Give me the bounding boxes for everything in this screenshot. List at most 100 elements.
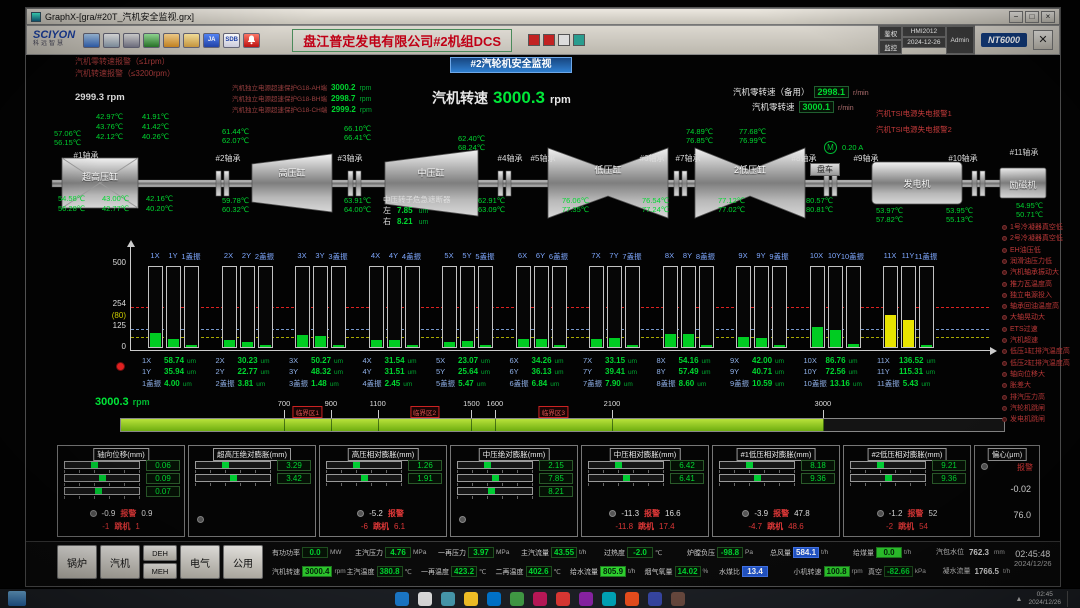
monitor-icon[interactable] — [83, 33, 100, 48]
vibration-value: 2X30.23um — [216, 356, 270, 365]
nav-meh-button[interactable]: MEH — [143, 563, 177, 579]
vibration-bar — [315, 336, 326, 347]
eccentricity-value2: 76.0 — [1013, 510, 1031, 520]
vibration-bar — [921, 345, 932, 347]
gauge-value: 2.15 — [539, 460, 573, 471]
threshold-label: 报警 — [907, 508, 923, 519]
alarm-bell-icon[interactable] — [243, 33, 260, 48]
start-icon[interactable] — [395, 592, 409, 606]
vibration-bar-label: 2盖振 — [255, 251, 274, 262]
nav-deh-button[interactable]: DEH — [143, 545, 177, 561]
footer-measure: 炉膛负压-98.8Pa — [687, 547, 753, 558]
vibration-bar — [683, 334, 694, 348]
window-title: GraphX-[gra/#20T_汽机安全监视.grx] — [45, 10, 1005, 23]
mail-icon[interactable] — [671, 592, 685, 606]
vibration-bar-box — [387, 266, 402, 348]
close-button[interactable]: × — [1041, 11, 1055, 23]
gauge-marker — [746, 462, 753, 468]
speed-tick-label: 700 — [278, 399, 291, 408]
vibration-bar — [444, 342, 455, 347]
alarm-indicator — [1002, 270, 1007, 275]
tray-chevron-icon[interactable]: ▲ — [1016, 596, 1023, 603]
eccentricity-value: -0.02 — [1010, 484, 1031, 494]
speed-tick-label: 900 — [325, 399, 338, 408]
alarm-list-item: 润滑油压力低 — [1002, 256, 1052, 266]
disk-icon[interactable] — [103, 33, 120, 48]
notepad-icon[interactable] — [556, 592, 570, 606]
alarm-indicator — [1002, 315, 1007, 320]
tray-date[interactable]: 2024/12/26 — [1028, 599, 1061, 607]
media-icon[interactable] — [648, 592, 662, 606]
weather-widget-icon[interactable] — [8, 591, 26, 606]
toolbar: SCIYON 科远智慧 JASDB 盘江普定发电有限公司#2机组DCS 鉴权 监… — [26, 25, 1060, 55]
explorer-icon[interactable] — [464, 592, 478, 606]
auth-label[interactable]: 鉴权 — [879, 26, 902, 40]
nav-turbine-button[interactable]: 汽机 — [100, 545, 140, 579]
settings-icon[interactable] — [602, 592, 616, 606]
vibration-value: 11盖振5.43um — [877, 378, 930, 389]
vibration-bar-box — [258, 266, 273, 348]
vibration-bar — [665, 334, 676, 347]
status-tile[interactable] — [558, 34, 570, 46]
minimize-button[interactable]: − — [1009, 11, 1023, 23]
alarm-list-item: 发电机跳闸 — [1002, 414, 1045, 424]
gauge-track — [195, 461, 271, 469]
gauge-marker — [230, 475, 237, 481]
vibration-bar-box — [405, 266, 420, 348]
search-icon[interactable] — [418, 592, 432, 606]
ja-icon[interactable]: JA — [203, 33, 220, 48]
vibration-bar — [885, 315, 896, 347]
vibration-bar-label: 7Y — [609, 251, 618, 260]
threshold-label: 报警 — [388, 508, 404, 519]
gauge-value: 3.42 — [277, 473, 311, 484]
threshold-high: 47.8 — [794, 509, 810, 518]
vibration-value: 1X58.74um — [142, 356, 196, 365]
vibration-bar-box — [478, 266, 493, 348]
footer-measure: 给水流量805.9t/h — [570, 566, 635, 577]
vibration-bar-box — [754, 266, 769, 348]
vibration-bar-box — [699, 266, 714, 348]
vibration-bar-label: 10Y — [828, 251, 841, 260]
vibration-bar — [536, 339, 547, 348]
nav-boiler-button[interactable]: 锅炉 — [57, 545, 97, 579]
vibration-bar-box — [883, 266, 898, 348]
footer-measure: 汽机转速3000.4rpm — [272, 566, 346, 577]
terminal-icon[interactable] — [625, 592, 639, 606]
vibration-value: 5Y25.64um — [436, 367, 490, 376]
taskview-icon[interactable] — [441, 592, 455, 606]
vibration-bar-label: 6盖振 — [549, 251, 568, 262]
printer-icon[interactable] — [123, 33, 140, 48]
mode-label[interactable]: 监控 — [879, 40, 902, 54]
gauge-marker — [222, 462, 229, 468]
critical-zone-label: 临界区3 — [539, 406, 568, 418]
alarm-list-item: 汽机轴承振动大 — [1002, 267, 1059, 277]
edge-icon[interactable] — [487, 592, 501, 606]
toolbar-close-button[interactable]: ✕ — [1033, 30, 1053, 50]
status-tile[interactable] — [528, 34, 540, 46]
status-tile[interactable] — [573, 34, 585, 46]
maximize-button[interactable]: □ — [1025, 11, 1039, 23]
dcs-screen: GraphX-[gra/#20T_汽机安全监视.grx] − □ × SCIYO… — [0, 0, 1080, 608]
footer-measure: 汽包水位762.3mm — [936, 547, 1005, 557]
paint-icon[interactable] — [579, 592, 593, 606]
gauge-track — [850, 474, 926, 482]
folder-icon[interactable] — [183, 33, 200, 48]
network-icon[interactable] — [143, 33, 160, 48]
chrome-icon[interactable] — [510, 592, 524, 606]
bearing-label: #9轴承 — [854, 153, 879, 164]
palette-icon[interactable] — [163, 33, 180, 48]
gauge-track — [719, 461, 795, 469]
vibration-bar-label: 11Y — [902, 251, 915, 260]
footer-measure: 过热度-2.0℃ — [604, 547, 662, 558]
threshold-low: -3.9 — [754, 509, 768, 518]
nav-electric-button[interactable]: 电气 — [180, 545, 220, 579]
tray-clock[interactable]: 02:45 — [1028, 591, 1061, 599]
office-icon[interactable] — [533, 592, 547, 606]
nav-common-button[interactable]: 公用 — [223, 545, 263, 579]
vibration-bar-box — [148, 266, 163, 348]
aux-speed-readout: 2999.3 rpm — [75, 92, 125, 103]
gauge-track — [326, 474, 402, 482]
status-tile[interactable] — [543, 34, 555, 46]
sdb-icon[interactable]: SDB — [223, 33, 240, 48]
show-desktop-button[interactable] — [1067, 591, 1070, 607]
